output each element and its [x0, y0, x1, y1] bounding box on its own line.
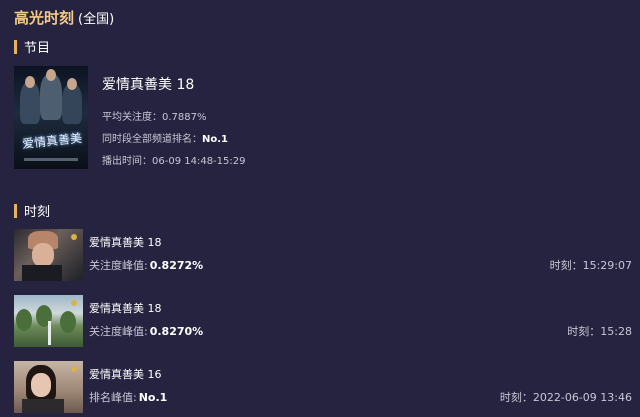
- avg-attention-value: 0.7887%: [162, 112, 207, 123]
- moment-metric-label: 排名峰值:: [89, 391, 137, 404]
- program-section-title: 节目: [24, 41, 51, 56]
- program-poster[interactable]: 爱情真善美: [14, 66, 88, 169]
- page-header: 高光时刻 (全国): [14, 7, 114, 28]
- moments-section-title: 时刻: [24, 205, 51, 220]
- airtime-line: 播出时间：06-09 14:48-15:29: [102, 152, 245, 167]
- section-accent-bar: [14, 39, 17, 54]
- moment-thumbnail[interactable]: [14, 229, 83, 281]
- poster-title-art: 爱情真善美: [21, 130, 83, 152]
- airtime-label: 播出时间：: [102, 156, 152, 167]
- moment-program-name: 爱情真善美 16: [89, 368, 162, 381]
- moment-item[interactable]: 爱情真善美 18 关注度峰值: 0.8270% 时刻：15:28: [14, 295, 632, 347]
- moment-metric-label: 关注度峰值:: [89, 259, 148, 272]
- scope-label: (全国): [78, 12, 115, 27]
- avg-attention-label: 平均关注度：: [102, 112, 162, 123]
- program-info: 爱情真善美 18 平均关注度：0.7887% 同时段全部频道排名：No.1 播出…: [102, 66, 245, 174]
- moment-item[interactable]: 爱情真善美 16 排名峰值: No.1 时刻：2022-06-09 13:46: [14, 361, 632, 413]
- rank-value: No.1: [202, 134, 228, 145]
- moments-section-header: 时刻: [14, 201, 50, 220]
- moment-thumbnail[interactable]: [14, 361, 83, 413]
- moment-metric-value: 0.8272%: [149, 259, 204, 272]
- program-card[interactable]: 爱情真善美 爱情真善美 18 平均关注度：0.7887% 同时段全部频道排名：N…: [14, 66, 245, 174]
- page-title: 高光时刻: [14, 9, 75, 27]
- moment-item[interactable]: 爱情真善美 18 关注度峰值: 0.8272% 时刻：15:29:07: [14, 229, 632, 281]
- moment-metric: 关注度峰值: 0.8270%: [89, 323, 203, 339]
- moment-metric: 关注度峰值: 0.8272%: [89, 257, 203, 273]
- moment-thumbnail[interactable]: [14, 295, 83, 347]
- moment-program-name: 爱情真善美 18: [89, 236, 162, 249]
- moment-metric-value: No.1: [138, 391, 168, 404]
- program-section-header: 节目: [14, 37, 50, 56]
- moment-metric: 排名峰值: No.1: [89, 389, 167, 405]
- moment-time: 时刻：15:28: [567, 325, 632, 338]
- avg-attention-line: 平均关注度：0.7887%: [102, 108, 245, 123]
- moment-metric-value: 0.8270%: [149, 325, 204, 338]
- moment-time: 时刻：15:29:07: [549, 259, 632, 272]
- moment-time: 时刻：2022-06-09 13:46: [499, 391, 632, 404]
- section-accent-bar: [14, 203, 17, 218]
- moment-program-name: 爱情真善美 18: [89, 302, 162, 315]
- moment-metric-label: 关注度峰值:: [89, 325, 148, 338]
- program-name: 爱情真善美 18: [102, 77, 195, 93]
- highlight-page: 高光时刻 (全国) 节目 爱情真善美 爱情真善美 18 平均关注度：0.7887…: [0, 0, 640, 417]
- airtime-value: 06-09 14:48-15:29: [152, 156, 246, 167]
- rank-line: 同时段全部频道排名：No.1: [102, 130, 245, 145]
- rank-label: 同时段全部频道排名：: [102, 134, 202, 145]
